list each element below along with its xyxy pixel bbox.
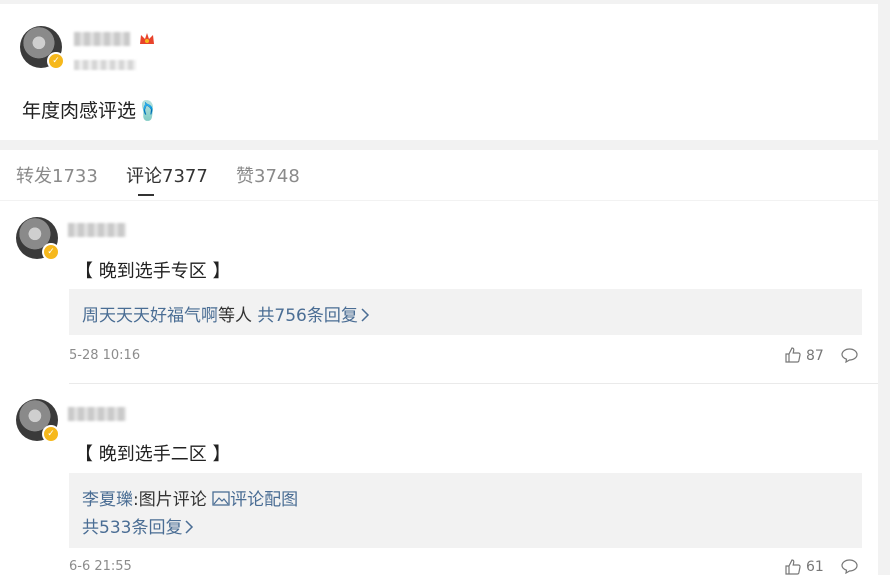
thumbs-up-icon[interactable] xyxy=(785,559,801,575)
commenter-name[interactable] xyxy=(68,407,126,421)
reply-summary: 李夏瓅:图片评论 评论配图 xyxy=(82,485,298,510)
tab-comments[interactable]: 评论7377 xyxy=(126,162,208,188)
verified-badge-icon: ✓ xyxy=(47,52,65,70)
author-name[interactable] xyxy=(74,32,130,46)
verified-badge-icon: ✓ xyxy=(42,243,60,261)
tab-bar: 转发1733 评论7377 赞3748 xyxy=(0,150,878,200)
crown-icon xyxy=(140,33,154,44)
reply-preview[interactable]: 周天天天好福气啊等人 共756条回复 xyxy=(69,289,862,335)
scrollbar[interactable] xyxy=(878,0,890,575)
reply-colon: :图片评论 xyxy=(133,490,213,510)
reply-count-link[interactable]: 共756条回复 xyxy=(252,306,357,326)
reply-count-line: 共533条回复 xyxy=(82,513,194,538)
post-text: 年度肉感评选🩴 xyxy=(22,100,160,122)
comment-icon[interactable] xyxy=(841,559,858,574)
reply-summary: 周天天天好福气啊等人 共756条回复 xyxy=(82,301,370,326)
post-card: ✓ 年度肉感评选🩴 xyxy=(0,4,878,140)
comment-text: 【 晚到选手二区 】 xyxy=(75,444,231,465)
active-tab-indicator xyxy=(138,194,154,196)
chevron-right-icon xyxy=(361,308,369,322)
comment-time: 5-28 10:16 xyxy=(69,348,141,363)
comment-icon[interactable] xyxy=(841,348,858,363)
reply-user[interactable]: 李夏瓅 xyxy=(82,490,133,510)
like-count: 87 xyxy=(806,348,824,364)
commenter-name[interactable] xyxy=(68,223,126,237)
image-icon xyxy=(212,491,230,506)
reply-preview[interactable]: 李夏瓅:图片评论 评论配图 共533条回复 xyxy=(69,473,862,548)
comment-divider xyxy=(69,383,878,384)
comment-time: 6-6 21:55 xyxy=(69,559,132,574)
reply-image-link[interactable]: 评论配图 xyxy=(230,490,298,510)
thumbs-up-icon[interactable] xyxy=(785,347,801,363)
verified-badge-icon: ✓ xyxy=(42,425,60,443)
like-count: 61 xyxy=(806,559,824,575)
tab-reposts[interactable]: 转发1733 xyxy=(16,162,98,188)
reply-names[interactable]: 周天天天好福气啊 xyxy=(82,306,218,326)
comment-list: ✓ 【 晚到选手专区 】 周天天天好福气啊等人 共756条回复 5-28 10:… xyxy=(0,201,878,575)
post-time xyxy=(74,60,136,70)
comment-text: 【 晚到选手专区 】 xyxy=(75,261,231,282)
chevron-right-icon xyxy=(185,520,194,534)
reply-mid: 等人 xyxy=(218,306,252,326)
reply-count-link[interactable]: 共533条回复 xyxy=(82,518,182,538)
tab-likes[interactable]: 赞3748 xyxy=(236,162,300,188)
